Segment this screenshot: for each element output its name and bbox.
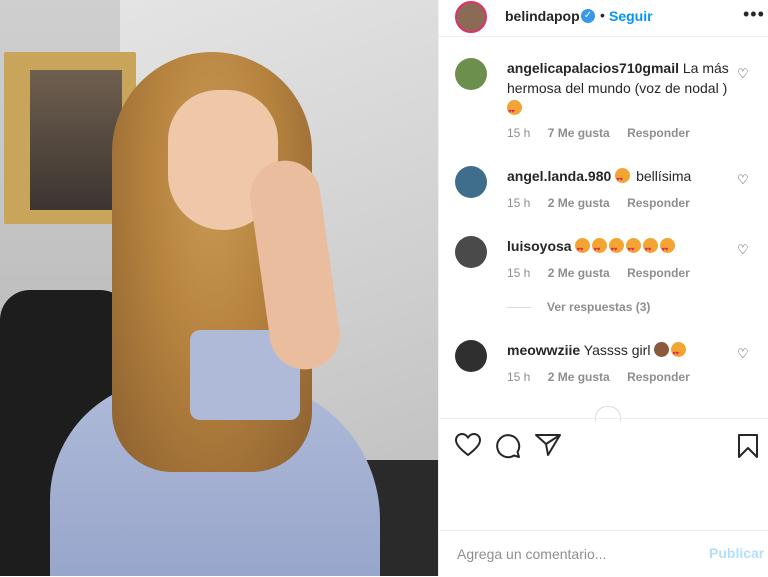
commenter-username[interactable]: luisoyosa [507, 238, 572, 254]
save-icon[interactable] [737, 433, 759, 459]
reply-button[interactable]: Responder [627, 370, 690, 384]
reply-button[interactable]: Responder [627, 126, 690, 140]
like-comment-icon[interactable]: ♡ [737, 242, 751, 257]
comment-likes[interactable]: 2 Me gusta [548, 196, 610, 210]
verified-icon: ✓ [581, 9, 595, 23]
comment-message: Yassss girl [583, 342, 651, 358]
more-options-icon[interactable]: ••• [743, 4, 765, 25]
heart-eyes-emoji [507, 100, 522, 122]
see-no-evil-monkey-emoji [654, 342, 670, 357]
commenter-avatar[interactable] [455, 236, 487, 268]
heart-eyes-emoji [671, 342, 687, 364]
like-comment-icon[interactable]: ♡ [737, 172, 751, 187]
heart-eyes-emoji [660, 238, 676, 260]
view-replies-label: Ver respuestas (3) [547, 300, 651, 314]
heart-eyes-emoji [575, 238, 591, 260]
comment-time: 15 h [507, 370, 531, 384]
heart-eyes-emoji [609, 238, 625, 260]
heart-eyes-emoji [626, 238, 642, 260]
author-avatar[interactable] [455, 1, 487, 33]
reply-button[interactable]: Responder [627, 266, 690, 280]
comment-time: 15 h [507, 196, 531, 210]
comment-text: angel.landa.980 bellísima [507, 166, 737, 190]
comment-likes[interactable]: 7 Me gusta [548, 126, 610, 140]
commenter-avatar[interactable] [455, 340, 487, 372]
like-icon[interactable] [455, 433, 481, 457]
commenter-username[interactable]: angelicapalacios710gmail [507, 60, 679, 76]
replies-divider [507, 307, 531, 309]
comment-input[interactable] [455, 543, 689, 565]
comment-likes[interactable]: 2 Me gusta [548, 266, 610, 280]
commenter-avatar[interactable] [455, 58, 487, 90]
comment-meta: 15 h 2 Me gusta Responder [507, 196, 704, 210]
comment-message: bellísima [636, 168, 692, 184]
commenter-username[interactable]: meowwziie [507, 342, 580, 358]
comment-meta: 15 h 2 Me gusta Responder [507, 266, 704, 280]
like-comment-icon[interactable]: ♡ [737, 346, 751, 361]
separator-dot: • [600, 7, 605, 23]
comment-meta: 15 h 7 Me gusta Responder [507, 126, 704, 140]
post-comment-button[interactable]: Publicar [709, 545, 764, 561]
heart-eyes-emoji [615, 168, 631, 190]
comment-text: meowwziie Yassss girl [507, 340, 737, 364]
comment-text: angelicapalacios710gmail La más hermosa … [507, 58, 737, 122]
commenter-username[interactable]: angel.landa.980 [507, 168, 611, 184]
comment-time: 15 h [507, 126, 531, 140]
comment-time: 15 h [507, 266, 531, 280]
share-icon[interactable] [535, 433, 561, 457]
post-photo [0, 0, 438, 576]
post-actions [439, 418, 768, 471]
post-header: belindapop ✓ • Seguir ••• [439, 0, 768, 37]
heart-eyes-emoji [643, 238, 659, 260]
comments-panel: belindapop ✓ • Seguir ••• angelicapalaci… [438, 0, 768, 576]
add-comment-bar: Publicar [439, 530, 768, 577]
author-username[interactable]: belindapop [505, 8, 580, 24]
comment-likes[interactable]: 2 Me gusta [548, 370, 610, 384]
like-comment-icon[interactable]: ♡ [737, 66, 751, 81]
view-replies-button[interactable]: Ver respuestas (3) [507, 300, 650, 314]
commenter-avatar[interactable] [455, 166, 487, 198]
comment-meta: 15 h 2 Me gusta Responder [507, 370, 704, 384]
reply-button[interactable]: Responder [627, 196, 690, 210]
comment-icon[interactable] [495, 433, 521, 459]
heart-eyes-emoji [592, 238, 608, 260]
comment-text: luisoyosa [507, 236, 737, 260]
follow-button[interactable]: Seguir [609, 8, 653, 24]
